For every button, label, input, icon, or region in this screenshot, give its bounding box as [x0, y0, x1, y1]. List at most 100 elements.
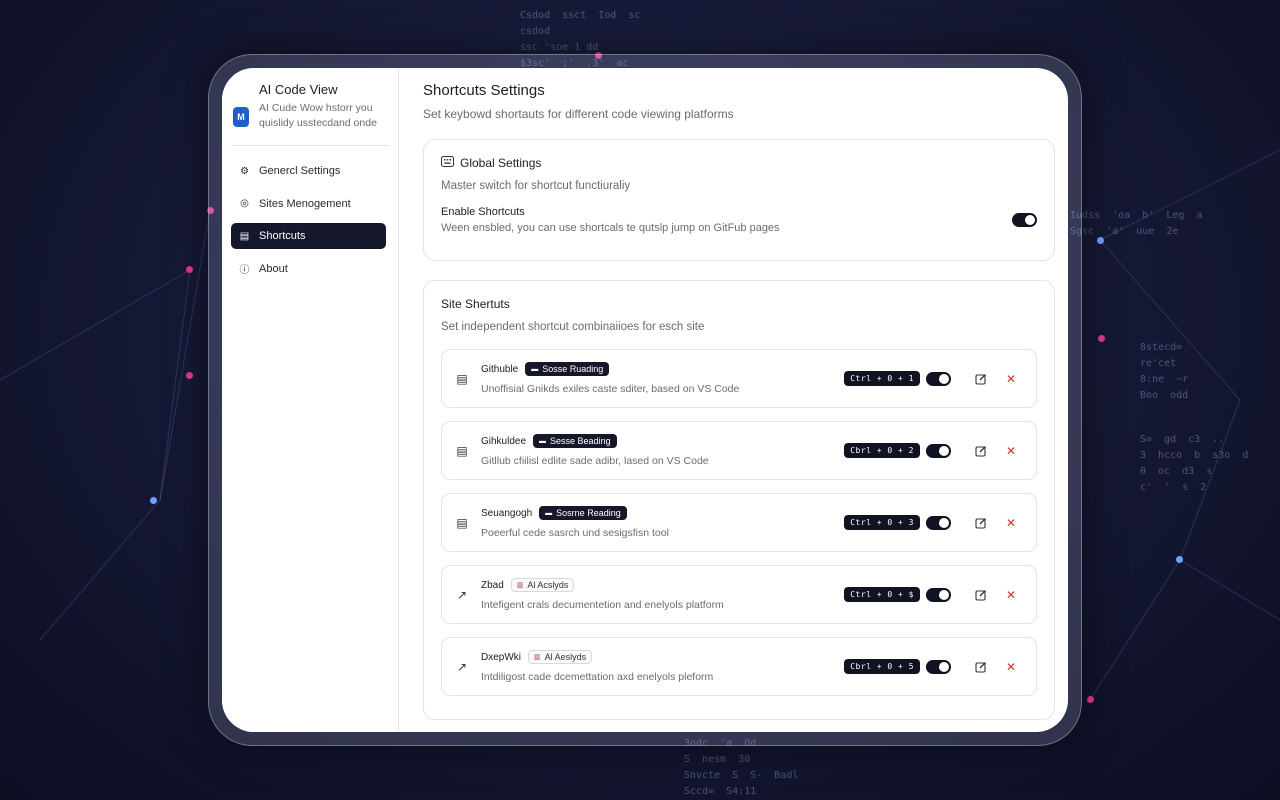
app-window: M AI Code View AI Cude Wow hstorr you qu…	[222, 68, 1068, 732]
document-icon: ▤	[456, 371, 468, 386]
chart-icon: ▥	[516, 582, 524, 589]
sidebar-item-label: About	[259, 262, 288, 275]
site-description: Poeerful cede sasrch und sesigsfisn tool	[481, 527, 669, 539]
info-icon: ⓘ	[239, 265, 250, 276]
badge-label: Sesse Beading	[550, 436, 611, 446]
book-icon: ▬	[539, 437, 547, 445]
external-link-icon: ↗	[456, 659, 468, 674]
sidebar-item-sites-management[interactable]: ◎ Sites Menogement	[231, 191, 386, 217]
sidebar-item-general-settings[interactable]: ⚙ Genercl Settings	[231, 158, 386, 184]
app-subtitle: AI Cude Wow hstorr you quislidy usstecda…	[259, 102, 377, 129]
sidebar-item-label: Genercl Settings	[259, 165, 341, 177]
network-node	[1176, 556, 1183, 563]
site-enabled-toggle[interactable]	[926, 587, 951, 602]
external-link-icon: ↗	[456, 587, 468, 602]
sidebar-item-label: Shortcuts	[259, 230, 306, 242]
delete-icon[interactable]: ✕	[1002, 442, 1020, 460]
sidebar-item-shortcuts[interactable]: ▤ Shortcuts	[231, 223, 386, 249]
delete-icon[interactable]: ✕	[1002, 514, 1020, 532]
edit-icon[interactable]	[972, 586, 990, 604]
delete-icon[interactable]: ✕	[1002, 658, 1020, 676]
shortcut-key-combo[interactable]: Cbrl + 0 + 2	[844, 443, 920, 458]
badge-label: Sosse Ruading	[542, 364, 604, 374]
sidebar-item-label: Sites Menogement	[259, 197, 351, 210]
site-row-1: ▤ Githuble ▬ Sosse Ruading Unoffisial Gn…	[441, 349, 1037, 408]
app-title: AI Code View	[259, 82, 338, 97]
site-enabled-toggle[interactable]	[926, 659, 951, 674]
site-description: Intefigent crals decumentetion and enely…	[481, 599, 724, 611]
site-name: Seuangogh	[481, 507, 533, 519]
card-subtitle: Set independent shortcut combinaiioes fo…	[441, 321, 705, 333]
edit-icon[interactable]	[972, 370, 990, 388]
site-list: ▤ Githuble ▬ Sosse Ruading Unoffisial Gn…	[441, 349, 1037, 696]
badge-label: Sosrne Reading	[556, 508, 621, 518]
page-title: Shortcuts Settings	[423, 82, 545, 99]
card-header: Global Settings	[441, 156, 1037, 170]
site-row-5: ↗ DxepWki ▥ Al Aeslyds Intdiligost cade …	[441, 637, 1037, 696]
network-node	[1087, 696, 1094, 703]
site-category-badge: ▥ Al Aeslyds	[528, 650, 593, 664]
site-enabled-toggle[interactable]	[926, 443, 951, 458]
book-icon: ▬	[531, 365, 539, 373]
card-title: Site Shertuts	[441, 297, 510, 311]
chart-icon: ▥	[534, 654, 541, 661]
background-code: S= gd c3 .. 3 hcco b s3o d 0 oc d3 s c' …	[1140, 434, 1249, 493]
book-icon: ▬	[545, 509, 553, 517]
edit-icon[interactable]	[972, 658, 990, 676]
site-description: Intdiligost cade dcemettation axd enelyo…	[481, 671, 714, 683]
site-row-4: ↗ Zbad ▥ Al Acslyds Intefigent crals dec…	[441, 565, 1037, 624]
edit-icon[interactable]	[972, 514, 990, 532]
sidebar: M AI Code View AI Cude Wow hstorr you qu…	[222, 68, 399, 732]
keyboard-icon	[441, 156, 454, 170]
site-category-badge: ▬ Sosrne Reading	[539, 506, 627, 520]
network-node	[1098, 335, 1105, 342]
site-enabled-toggle[interactable]	[926, 515, 951, 530]
site-name: DxepWki	[481, 651, 522, 663]
enable-shortcuts-description: Ween ensbled, you can use shortcals te q…	[441, 222, 780, 234]
card-subtitle: Master switch for shortcut functiuraliy	[441, 180, 631, 192]
document-icon: ▤	[456, 515, 468, 530]
site-description: Gitllub cfiilisl edlite sade adibr, lase…	[481, 455, 709, 467]
shortcut-key-combo[interactable]: Ctrl + 0 + $	[844, 587, 920, 602]
badge-label: Al Acslyds	[527, 580, 569, 590]
app-logo-icon: M	[233, 107, 249, 127]
gear-icon: ⚙	[240, 165, 249, 177]
card-title: Global Settings	[460, 156, 542, 170]
background-code: 8stecd= re'cet 8:ne ~r Boo odd	[1140, 342, 1189, 401]
shortcut-key-combo[interactable]: Ctrl + 0 + 1	[844, 371, 920, 386]
shortcut-key-combo[interactable]: Cbrl + 0 + 5	[844, 659, 920, 674]
site-category-badge: ▬ Sosse Ruading	[525, 362, 610, 376]
network-node	[186, 372, 193, 379]
site-description: Unoffisial Gnikds exiles caste sditer, b…	[481, 383, 740, 395]
sidebar-item-about[interactable]: ⓘ About	[231, 256, 386, 282]
site-shortcuts-card: Site Shertuts Set independent shortcut c…	[423, 280, 1055, 720]
badge-label: Al Aeslyds	[544, 652, 587, 662]
site-category-badge: ▥ Al Acslyds	[510, 578, 575, 592]
global-settings-card: Global Settings Master switch for shortc…	[423, 139, 1055, 261]
sidebar-nav: ⚙ Genercl Settings ◎ Sites Menogement ▤ …	[231, 158, 386, 282]
site-name: Zbad	[481, 579, 504, 591]
site-category-badge: ▬ Sesse Beading	[533, 434, 617, 448]
background-code: Iudss 'oa b' Leg a Sgsc 'a' uue 2e	[1070, 210, 1203, 237]
site-enabled-toggle[interactable]	[926, 371, 951, 386]
site-row-2: ▤ Gihkuldee ▬ Sesse Beading Gitllub cfii…	[441, 421, 1037, 480]
site-name: Gihkuldee	[481, 435, 527, 447]
keyboard-icon: ▤	[239, 230, 250, 242]
enable-shortcuts-label: Enable Shortcuts	[441, 206, 525, 218]
document-icon: ▤	[456, 443, 468, 458]
network-node	[150, 497, 157, 504]
card-header: Site Shertuts	[441, 297, 1037, 311]
page-subtitle: Set keybowd shortauts for different code…	[423, 107, 734, 121]
shortcut-key-combo[interactable]: Ctrl + 0 + 3	[844, 515, 920, 530]
delete-icon[interactable]: ✕	[1002, 586, 1020, 604]
enable-shortcuts-row: Enable Shortcuts Ween ensbled, you can u…	[441, 206, 1037, 234]
enable-shortcuts-toggle[interactable]	[1012, 213, 1037, 227]
network-node	[186, 266, 193, 273]
edit-icon[interactable]	[972, 442, 990, 460]
delete-icon[interactable]: ✕	[1002, 370, 1020, 388]
main-content: Shortcuts Settings Set keybowd shortauts…	[399, 68, 1068, 732]
network-node	[1097, 237, 1104, 244]
globe-icon: ◎	[240, 198, 249, 209]
site-name: Githuble	[481, 363, 519, 375]
brand: M AI Code View AI Cude Wow hstorr you qu…	[231, 80, 390, 146]
